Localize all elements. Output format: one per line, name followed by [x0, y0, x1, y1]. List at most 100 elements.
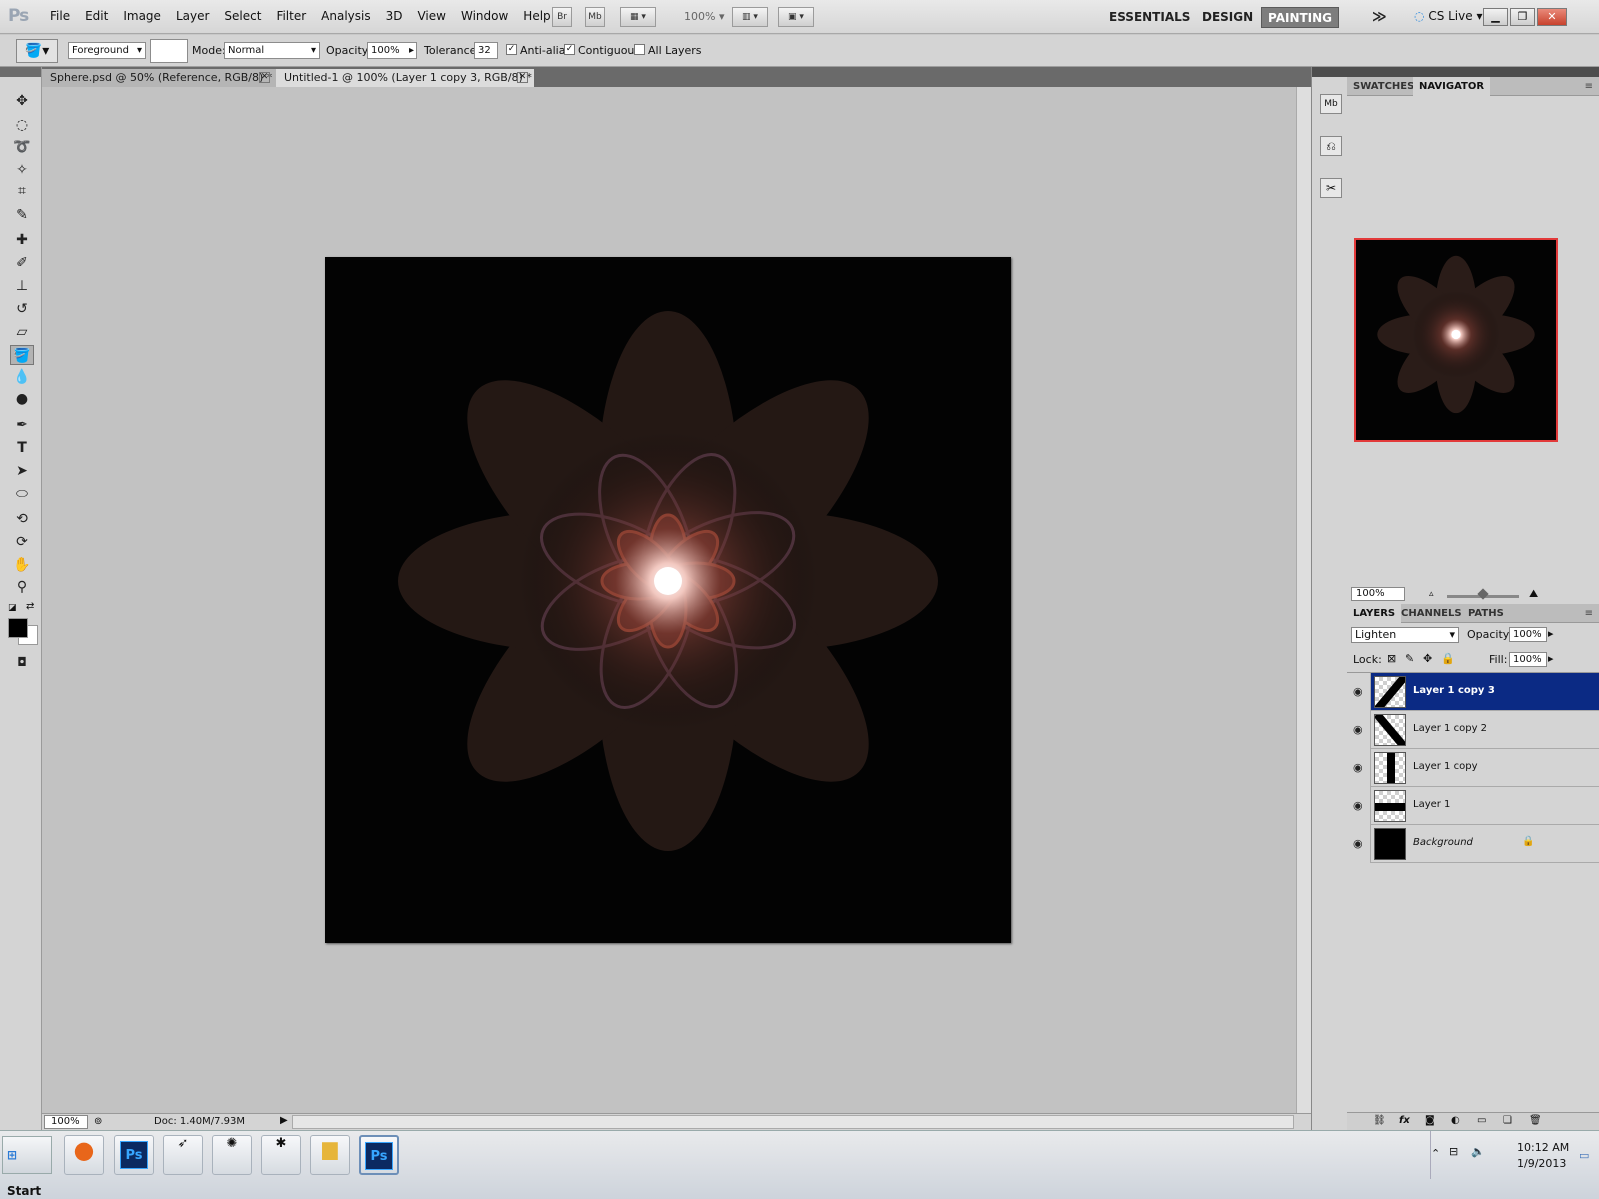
lock-position-icon[interactable]: ✥ [1423, 652, 1432, 665]
status-info-icon[interactable]: ⊚ [94, 1116, 102, 1127]
fx-icon[interactable]: fx [1399, 1115, 1410, 1126]
app-taskbar-icon-4[interactable]: ✺ [212, 1135, 252, 1175]
app-taskbar-icon-3[interactable]: ➶ [163, 1135, 203, 1175]
all-layers-checkbox[interactable] [634, 44, 645, 55]
ellipse-tool-icon[interactable]: ⬭ [10, 484, 34, 504]
layer-row-layer-1-copy-3[interactable]: ◉ Layer 1 copy 3 [1347, 673, 1599, 711]
add-mask-icon[interactable]: ◙ [1425, 1115, 1435, 1126]
menu-analysis[interactable]: Analysis [321, 9, 370, 23]
menu-edit[interactable]: Edit [85, 9, 108, 23]
tab-sphere-psd[interactable]: Sphere.psd @ 50% (Reference, RGB/8) * ✕ [42, 69, 276, 87]
tab-navigator[interactable]: NAVIGATOR [1413, 77, 1491, 96]
folder-taskbar-icon[interactable]: ▆ [310, 1135, 350, 1175]
dodge-tool-icon[interactable]: ● [10, 389, 34, 409]
show-desktop-icon[interactable]: ▭ [1579, 1149, 1589, 1162]
new-group-icon[interactable]: ▭ [1477, 1115, 1486, 1126]
tools-panel-grip[interactable] [0, 67, 41, 77]
lock-transparency-icon[interactable]: ⊠ [1387, 652, 1396, 665]
adjustment-layer-icon[interactable]: ◐ [1451, 1115, 1460, 1126]
menu-help[interactable]: Help [523, 9, 550, 23]
history-panel-icon[interactable]: ⎌ [1320, 136, 1342, 156]
cs-live-menu[interactable]: ◌ CS Live ▾ [1414, 9, 1482, 23]
visibility-toggle[interactable]: ◉ [1347, 787, 1371, 825]
tab-layers[interactable]: LAYERS [1347, 604, 1402, 623]
lock-image-icon[interactable]: ✎ [1405, 652, 1414, 665]
start-button[interactable]: ⊞ Start [2, 1136, 52, 1198]
restore-button[interactable]: ❐ [1510, 8, 1535, 26]
tray-expand-icon[interactable]: ⌃ [1431, 1147, 1440, 1160]
type-tool-icon[interactable]: T [10, 438, 34, 458]
mode-select[interactable]: Normal ▾ [224, 42, 320, 59]
antialias-checkbox[interactable]: ✓ [506, 44, 517, 55]
visibility-toggle[interactable]: ◉ [1347, 825, 1371, 863]
layer-opacity-input[interactable]: 100% [1509, 627, 1547, 642]
clone-stamp-tool-icon[interactable]: ⊥ [10, 276, 34, 296]
zoom-tool-icon[interactable]: ⚲ [10, 577, 34, 597]
swap-colors-icon[interactable]: ⇄ [26, 601, 34, 612]
navigator-preview[interactable] [1354, 238, 1558, 442]
panel-menu-icon[interactable]: ≡ [1585, 608, 1593, 619]
history-brush-tool-icon[interactable]: ↺ [10, 299, 34, 319]
layer-row-layer-1-copy-2[interactable]: ◉ Layer 1 copy 2 [1347, 711, 1599, 749]
tab-untitled-1[interactable]: Untitled-1 @ 100% (Layer 1 copy 3, RGB/8… [276, 69, 534, 87]
fill-source-select[interactable]: Foreground ▾ [68, 42, 146, 59]
opacity-input[interactable]: 100% ▸ [367, 42, 417, 59]
menu-file[interactable]: File [50, 9, 70, 23]
3d-orbit-tool-icon[interactable]: ⟳ [10, 532, 34, 552]
contiguous-checkbox[interactable]: ✓ [564, 44, 575, 55]
mini-bridge-dock-button[interactable]: Mb [1320, 94, 1342, 114]
menu-select[interactable]: Select [224, 9, 261, 23]
network-icon[interactable]: ⊟ [1449, 1145, 1458, 1158]
eraser-tool-icon[interactable]: ▱ [10, 322, 34, 342]
foreground-color-swatch[interactable] [8, 618, 28, 638]
workspace-essentials[interactable]: ESSENTIALS [1103, 7, 1196, 28]
magic-wand-tool-icon[interactable]: ✧ [10, 160, 34, 180]
brush-tool-icon[interactable]: ✐ [10, 253, 34, 273]
workspace-painting[interactable]: PAINTING [1261, 7, 1340, 28]
zoom-out-icon[interactable]: ▵ [1429, 589, 1434, 599]
pasteboard[interactable] [42, 87, 1296, 1113]
layer-row-layer-1-copy[interactable]: ◉ Layer 1 copy [1347, 749, 1599, 787]
photoshop-taskbar-icon[interactable]: Ps [114, 1135, 154, 1175]
new-layer-icon[interactable]: ❏ [1503, 1115, 1512, 1126]
visibility-toggle[interactable]: ◉ [1347, 673, 1371, 711]
document-canvas[interactable] [325, 257, 1011, 943]
menu-filter[interactable]: Filter [276, 9, 306, 23]
clock-time[interactable]: 10:12 AM [1517, 1141, 1569, 1154]
menu-image[interactable]: Image [123, 9, 161, 23]
fill-input[interactable]: 100% [1509, 652, 1547, 667]
pen-tool-icon[interactable]: ✒ [10, 415, 34, 435]
dock-grip[interactable] [1312, 67, 1347, 77]
menu-layer[interactable]: Layer [176, 9, 209, 23]
menu-3d[interactable]: 3D [386, 9, 403, 23]
tool-preset-picker[interactable]: 🪣▾ [16, 39, 58, 63]
link-layers-icon[interactable]: ⛓ [1373, 1115, 1386, 1126]
lasso-tool-icon[interactable]: ➰ [10, 137, 34, 157]
hand-tool-icon[interactable]: ✋ [10, 555, 34, 575]
crop-tool-icon[interactable]: ⌗ [10, 181, 34, 201]
minimize-button[interactable]: ▁ [1483, 8, 1508, 26]
status-menu-arrow-icon[interactable]: ▶ [280, 1115, 288, 1126]
workspace-design[interactable]: DESIGN [1196, 7, 1259, 28]
panels-grip[interactable] [1347, 67, 1599, 77]
horizontal-scrollbar[interactable] [292, 1115, 1294, 1129]
tab-channels[interactable]: CHANNELS [1395, 604, 1468, 623]
blend-mode-select[interactable]: Lighten ▾ [1351, 627, 1459, 643]
healing-brush-tool-icon[interactable]: ✚ [10, 230, 34, 250]
layer-row-layer-1[interactable]: ◉ Layer 1 [1347, 787, 1599, 825]
trash-icon[interactable]: 🗑 [1529, 1115, 1542, 1126]
screen-mode-button[interactable]: ▣ ▾ [778, 7, 814, 27]
panel-menu-icon[interactable]: ≡ [1585, 81, 1593, 92]
lock-all-icon[interactable]: 🔒 [1441, 652, 1455, 665]
pattern-picker[interactable] [150, 39, 188, 63]
marquee-tool-icon[interactable]: ◌ [10, 115, 34, 135]
zoom-level-dropdown[interactable]: 100% ▾ [684, 10, 724, 23]
arrange-documents-button[interactable]: ▥ ▾ [732, 7, 768, 27]
more-workspaces-chevron-icon[interactable]: ≫ [1366, 7, 1393, 28]
visibility-toggle[interactable]: ◉ [1347, 711, 1371, 749]
tab-swatches[interactable]: SWATCHES [1347, 77, 1420, 96]
volume-icon[interactable]: 🔈 [1471, 1145, 1485, 1158]
move-tool-icon[interactable]: ✥ [10, 91, 34, 111]
close-icon[interactable]: ✕ [517, 72, 528, 83]
menu-view[interactable]: View [417, 9, 445, 23]
